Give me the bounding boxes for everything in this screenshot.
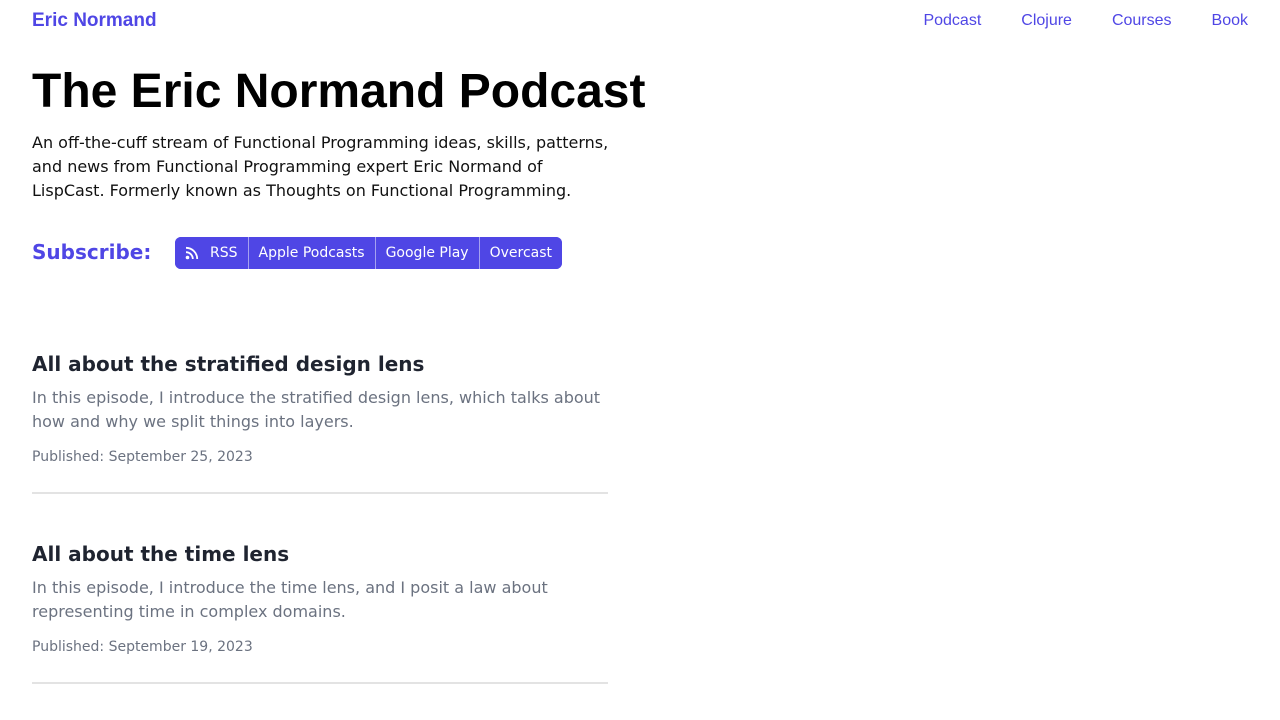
overcast-button[interactable]: Overcast — [478, 237, 563, 269]
google-play-button[interactable]: Google Play — [374, 237, 479, 269]
podcast-description: An off-the-cuff stream of Functional Pro… — [32, 133, 609, 200]
nav-link-book[interactable]: Book — [1212, 12, 1248, 30]
apple-podcasts-button[interactable]: Apple Podcasts — [247, 237, 375, 269]
brand-link[interactable]: Eric Normand — [32, 10, 157, 32]
divider — [32, 492, 608, 494]
rss-button[interactable]: RSS — [175, 237, 248, 269]
episode-published-date: Published: September 19, 2023 — [32, 639, 253, 655]
nav-link-podcast[interactable]: Podcast — [923, 12, 981, 30]
episode-title-link[interactable]: All about the time lens — [32, 540, 608, 568]
episode-item: All about the stratified design lens In … — [32, 350, 608, 494]
episode-title-link[interactable]: All about the stratified design lens — [32, 350, 608, 378]
rss-button-label: RSS — [210, 245, 238, 261]
top-navigation-bar: Eric Normand Podcast Clojure Courses Boo… — [0, 0, 1280, 44]
episode-item: All about the time lens In this episode,… — [32, 540, 608, 684]
nav-link-clojure[interactable]: Clojure — [1021, 12, 1072, 30]
divider — [32, 682, 608, 684]
episode-description: In this episode, I introduce the time le… — [32, 578, 548, 621]
rss-icon — [185, 246, 199, 260]
episode-description: In this episode, I introduce the stratif… — [32, 388, 601, 431]
page-title: The Eric Normand Podcast — [32, 65, 646, 118]
nav-link-courses[interactable]: Courses — [1112, 12, 1172, 30]
episode-published-date: Published: September 25, 2023 — [32, 449, 253, 465]
subscribe-button-group: RSS Apple Podcasts Google Play Overcast — [175, 237, 563, 269]
main-nav: Podcast Clojure Courses Book — [923, 12, 1248, 30]
subscribe-label: Subscribe: — [32, 240, 152, 264]
